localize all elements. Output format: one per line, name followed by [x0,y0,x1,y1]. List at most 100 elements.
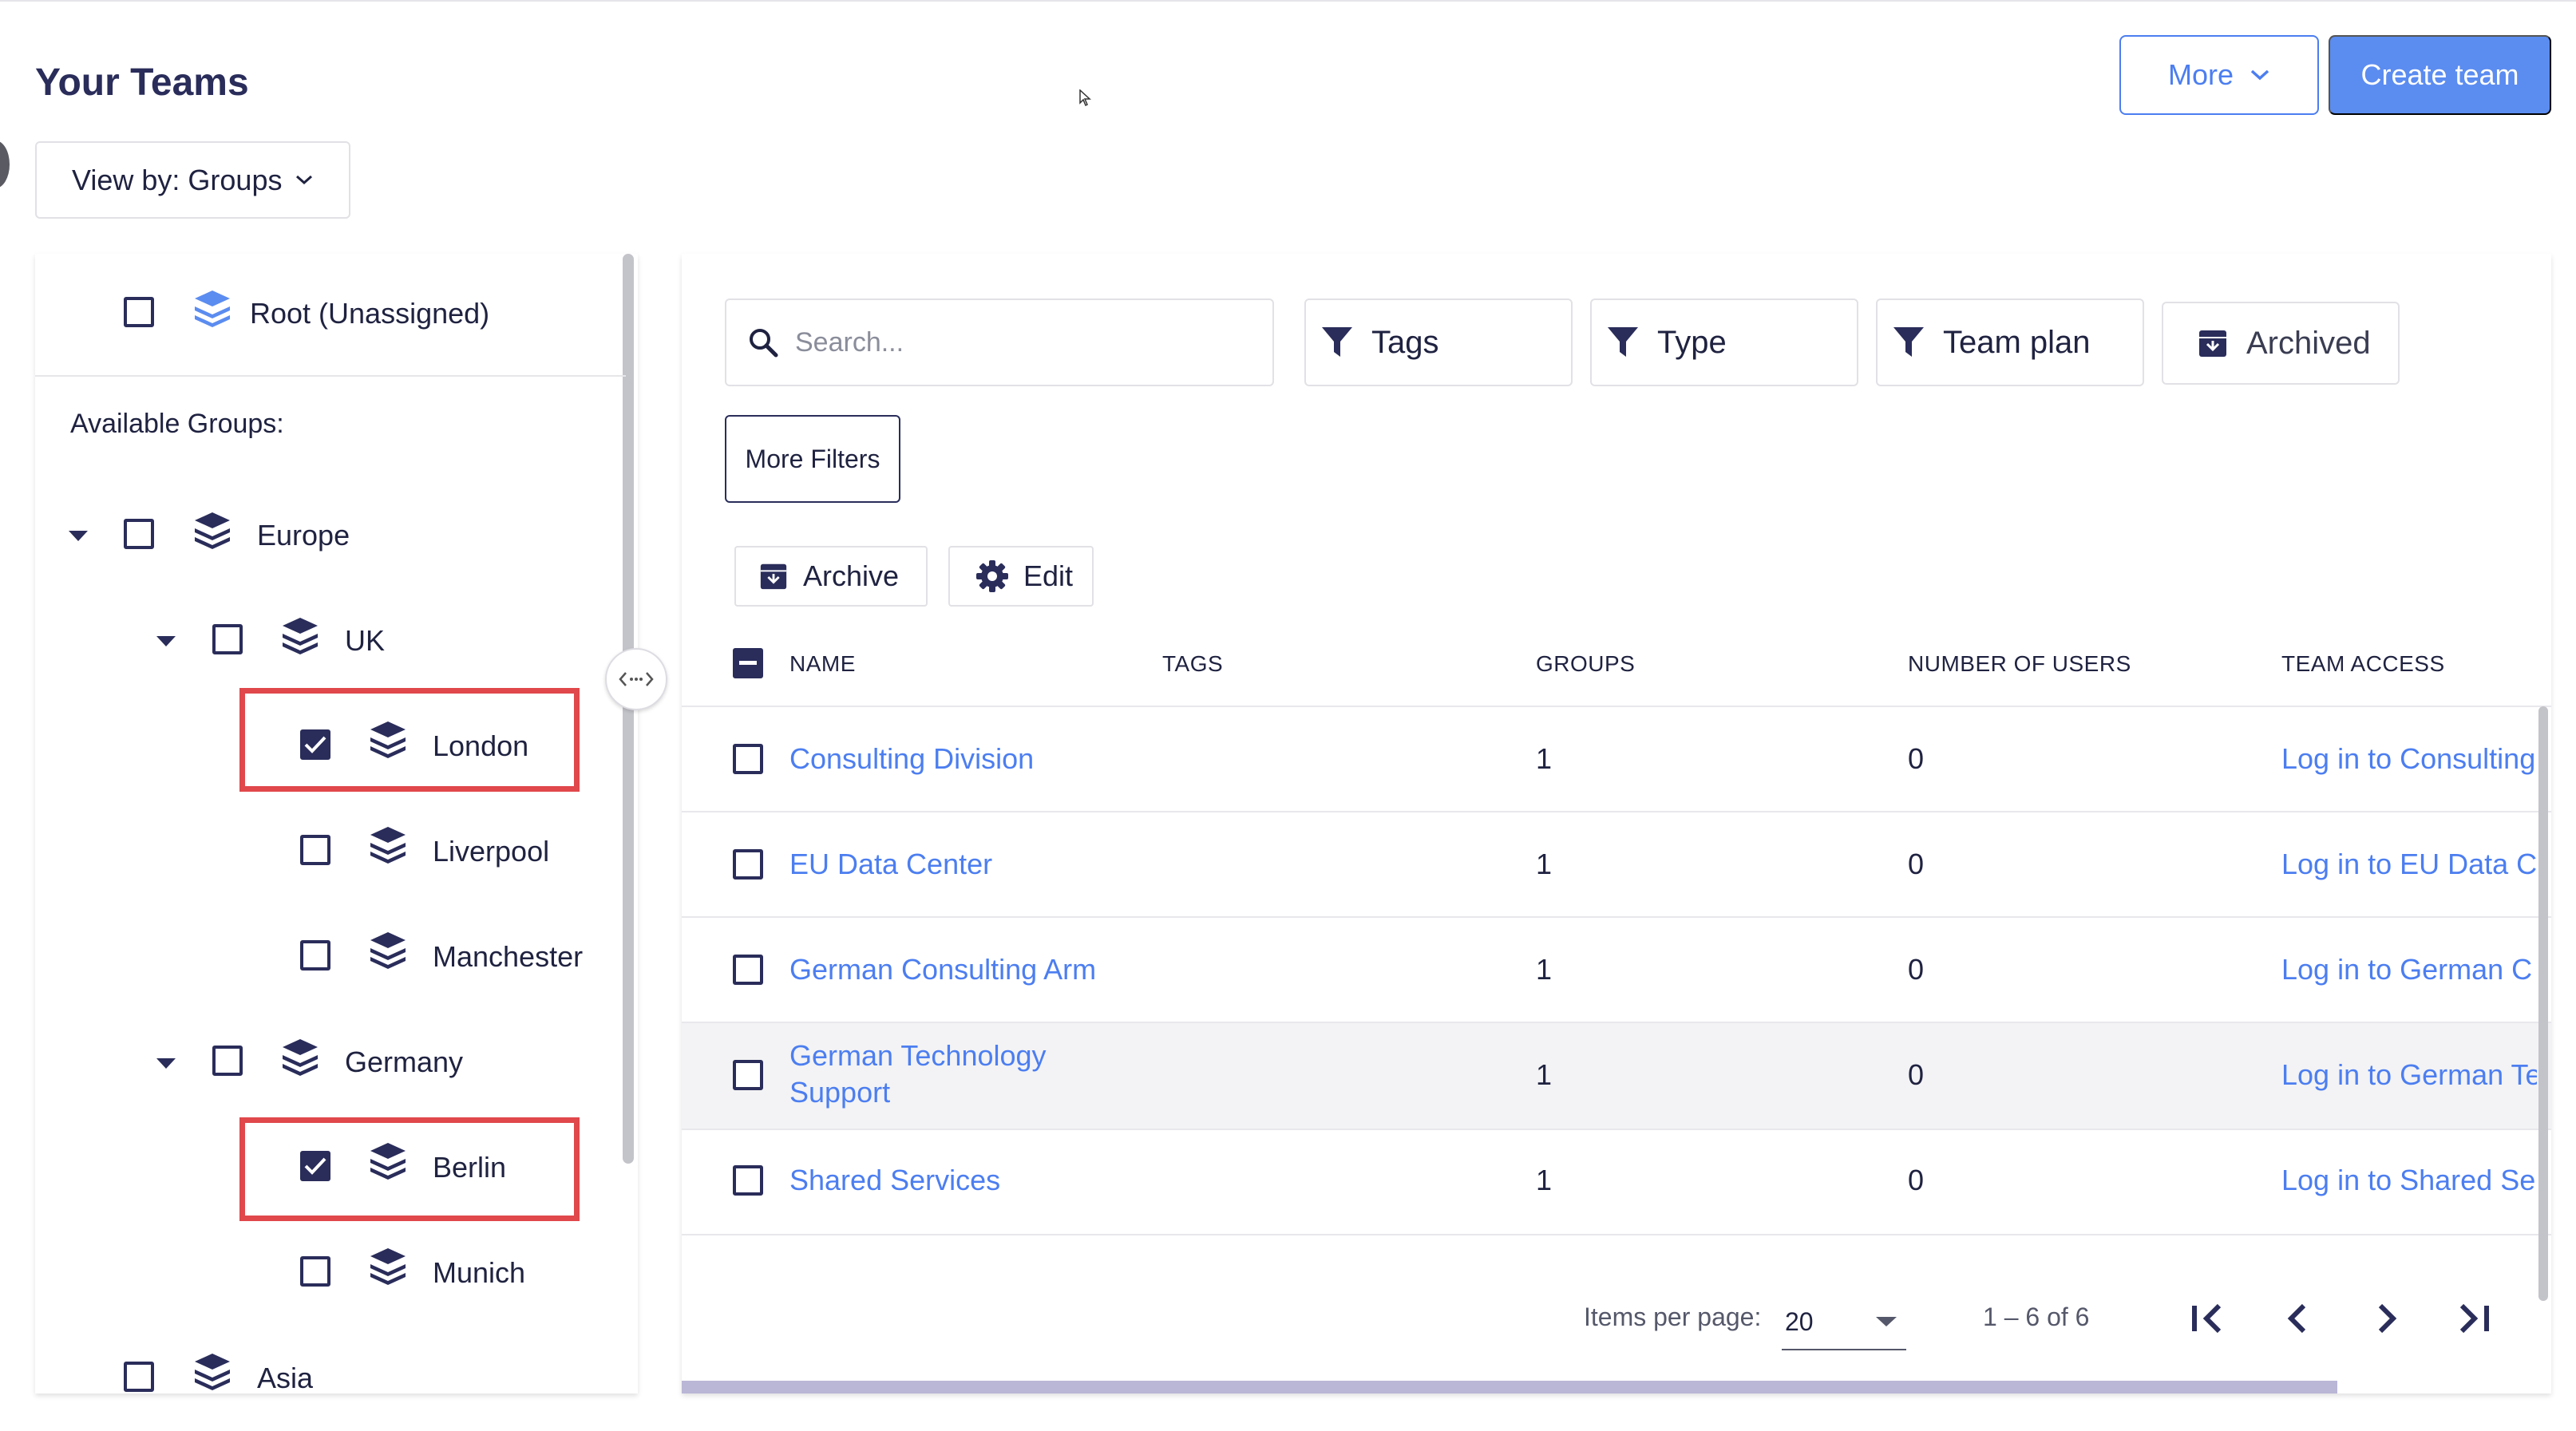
group-checkbox-europe[interactable] [124,519,154,549]
column-header-groups[interactable]: GROUPS [1536,651,1635,677]
team-access-link[interactable]: Log in to Shared Ser [2281,1164,2537,1197]
users-count: 0 [1908,1164,1925,1196]
checkmark-icon [304,1157,326,1175]
row-checkbox[interactable] [733,849,763,880]
panel-resize-handle[interactable] [605,648,667,710]
next-page-icon[interactable] [2364,1296,2409,1341]
filter-funnel-icon [1608,327,1638,357]
layers-icon [370,827,406,864]
team-access-link[interactable]: Log in to Consulting [2281,742,2537,776]
users-count: 0 [1908,1058,1925,1091]
row-checkbox[interactable] [733,1060,763,1090]
archive-button[interactable]: Archive [734,546,928,607]
resize-arrows-icon [619,672,654,686]
view-by-label: View by: Groups [72,163,283,196]
top-divider [0,0,2576,2]
last-page-icon[interactable] [2451,1296,2495,1341]
team-name-link[interactable]: EU Data Center [789,848,992,881]
groups-count: 1 [1536,848,1553,880]
table-divider [682,1234,2551,1235]
groups-count: 1 [1536,953,1553,986]
edit-button[interactable]: Edit [948,546,1094,607]
first-page-icon[interactable] [2187,1296,2232,1341]
table-divider [682,811,2551,812]
table-divider [682,1129,2551,1130]
groups-count: 1 [1536,1164,1553,1196]
previous-page-icon[interactable] [2275,1296,2320,1341]
team-name-link[interactable]: Shared Services [789,1164,1000,1197]
row-checkbox[interactable] [733,1165,763,1196]
tags-filter-label: Tags [1371,324,1439,360]
filter-funnel-icon [1322,327,1352,357]
group-label-london: London [433,729,529,762]
tags-filter-button[interactable]: Tags [1304,298,1573,386]
caret-down-icon[interactable] [156,636,176,646]
view-by-dropdown[interactable]: View by: Groups [35,141,350,219]
column-header-name[interactable]: NAME [789,651,856,677]
group-checkbox-germany[interactable] [212,1046,243,1076]
more-button[interactable]: More [2119,35,2319,115]
column-header-number-of-users[interactable]: NUMBER OF USERS [1908,651,2131,677]
group-checkbox-uk[interactable] [212,624,243,654]
row-checkbox[interactable] [733,744,763,774]
archived-filter-button[interactable]: Archived [2162,302,2400,385]
items-per-page-value: 20 [1785,1306,1814,1336]
group-checkbox-berlin[interactable] [300,1151,330,1181]
group-label-berlin: Berlin [433,1151,507,1184]
group-label-asia: Asia [257,1362,314,1394]
team-name-link[interactable]: German Consulting Arm [789,953,1096,986]
search-box[interactable] [725,298,1274,386]
team-name-link-continued[interactable]: Support [789,1076,890,1109]
group-checkbox-munich[interactable] [300,1256,330,1287]
search-icon [750,329,778,358]
search-input[interactable] [795,326,1242,358]
layers-icon [195,1354,230,1390]
items-per-page-select[interactable]: 20 [1782,1295,1906,1350]
group-label-liverpool: Liverpool [433,835,550,868]
caret-down-icon[interactable] [156,1058,176,1069]
layers-icon [195,291,230,327]
chevron-down-icon [2250,69,2269,81]
column-header-team-access[interactable]: TEAM ACCESS [2281,651,2445,677]
filter-funnel-icon [1893,327,1924,357]
row-checkbox[interactable] [733,955,763,985]
checkmark-icon [304,736,326,753]
group-label-manchester: Manchester [433,940,584,973]
more-filters-button[interactable]: More Filters [725,415,900,503]
team-access-link[interactable]: Log in to EU Data C [2281,848,2537,881]
table-divider [682,706,2551,707]
layers-icon [370,1248,406,1285]
groups-count: 1 [1536,1058,1553,1091]
archive-box-icon [2199,330,2226,357]
group-label-munich: Munich [433,1256,526,1289]
table-horizontal-scrollbar[interactable] [682,1381,2337,1393]
archive-box-icon [760,563,787,590]
layers-icon [370,1143,406,1180]
column-header-tags[interactable]: TAGS [1162,651,1223,677]
table-divider [682,916,2551,918]
indeterminate-dash-icon [739,661,757,665]
more-button-label: More [2167,58,2234,91]
team-access-link[interactable]: Log in to German C [2281,953,2537,986]
select-all-checkbox[interactable] [733,648,763,678]
group-label-europe: Europe [257,519,350,551]
group-checkbox-manchester[interactable] [300,940,330,970]
team-name-link[interactable]: Consulting Division [789,742,1034,776]
table-scrollbar[interactable] [2538,706,2548,1301]
root-checkbox[interactable] [124,297,154,327]
highlight-berlin [239,1117,580,1221]
archived-filter-label: Archived [2246,325,2371,361]
available-groups-heading: Available Groups: [70,409,284,439]
create-team-button[interactable]: Create team [2329,35,2551,115]
dropdown-triangle-icon [1876,1317,1897,1326]
group-checkbox-london[interactable] [300,729,330,760]
group-checkbox-liverpool[interactable] [300,835,330,865]
pagination-range: 1 – 6 of 6 [1983,1303,2090,1331]
team-access-link[interactable]: Log in to German Te [2281,1058,2537,1092]
caret-down-icon[interactable] [69,531,88,541]
layers-icon [195,512,230,549]
team-name-link[interactable]: German Technology [789,1039,1047,1073]
group-checkbox-asia[interactable] [124,1362,154,1392]
team-plan-filter-button[interactable]: Team plan [1876,298,2144,386]
type-filter-button[interactable]: Type [1590,298,1858,386]
